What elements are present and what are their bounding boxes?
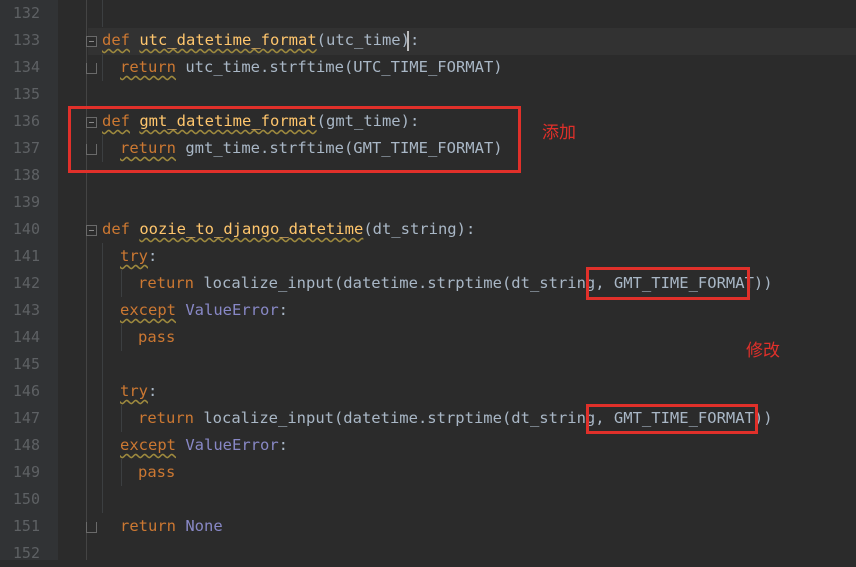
line-number: 152 [12,544,40,562]
line-number: 145 [12,355,40,373]
line-number: 133 [12,31,40,49]
indent-guide [121,459,122,486]
line-number: 141 [12,247,40,265]
keyword: pass [138,328,176,346]
fold-end-icon[interactable] [86,522,97,533]
keyword: return [120,517,176,535]
code-line-133[interactable]: def utc_datetime_format(utc_time): [102,27,419,54]
keyword: except [120,436,176,454]
indent-guide [102,54,103,81]
keyword: try [120,247,148,265]
fold-column [58,0,88,560]
line-number: 144 [12,328,40,346]
code-line-151[interactable]: return None [120,513,223,540]
function-name: utc_datetime_format [139,31,317,49]
code-line-140[interactable]: def oozie_to_django_datetime(dt_string): [102,216,475,243]
fold-start-icon[interactable] [86,36,97,47]
indent-guide [121,324,122,351]
builtin-name: ValueError [185,301,279,319]
code-text: : [278,301,289,319]
fold-end-icon[interactable] [86,63,97,74]
line-number: 149 [12,463,40,481]
code-line-143[interactable]: except ValueError: [120,297,288,324]
line-number: 137 [12,139,40,157]
code-line-148[interactable]: except ValueError: [120,432,288,459]
code-text: (dt_string): [363,220,476,238]
code-line-149[interactable]: pass [138,459,175,486]
code-text: (utc_time): [316,31,420,49]
added-annotation-box [68,106,521,173]
function-name: oozie_to_django_datetime [139,220,364,238]
modified-annotation-box-2 [586,404,758,434]
gutter-divider [86,0,87,560]
builtin-name: ValueError [185,436,279,454]
line-number: 151 [12,517,40,535]
keyword: except [120,301,176,319]
line-number: 140 [12,220,40,238]
code-line-144[interactable]: pass [138,324,175,351]
keyword: return [138,409,194,427]
text-caret [407,31,409,51]
indent-guide [102,0,103,27]
code-line-134[interactable]: return utc_time.strftime(UTC_TIME_FORMAT… [120,54,503,81]
modified-annotation-box-1 [586,267,750,300]
keyword: return [120,58,176,76]
line-number: 143 [12,301,40,319]
line-number: 148 [12,436,40,454]
line-number: 150 [12,490,40,508]
line-number: 138 [12,166,40,184]
line-number: 136 [12,112,40,130]
added-annotation-label: 添加 [542,123,576,143]
code-line-141[interactable]: try: [120,243,157,270]
code-line-146[interactable]: try: [120,378,157,405]
line-number: 134 [12,58,40,76]
keyword: return [138,274,194,292]
line-number: 142 [12,274,40,292]
code-text: : [148,382,158,400]
line-number: 135 [12,85,40,103]
keyword: try [120,382,148,400]
fold-start-icon[interactable] [86,225,97,236]
line-number: 139 [12,193,40,211]
vertical-scrollbar[interactable] [850,0,856,560]
code-text: : [278,436,289,454]
keyword: pass [138,463,176,481]
code-text: utc_time.strftime(UTC_TIME_FORMAT) [176,58,503,76]
modified-annotation-label: 修改 [746,341,780,361]
keyword: def [102,220,130,238]
indent-guide [121,405,122,432]
indent-guide [121,270,122,297]
line-number: 132 [12,4,40,22]
indent-guide [102,243,103,513]
line-number: 146 [12,382,40,400]
code-text: : [148,247,158,265]
builtin-name: None [185,517,223,535]
keyword: def [102,31,130,49]
line-number: 147 [12,409,40,427]
